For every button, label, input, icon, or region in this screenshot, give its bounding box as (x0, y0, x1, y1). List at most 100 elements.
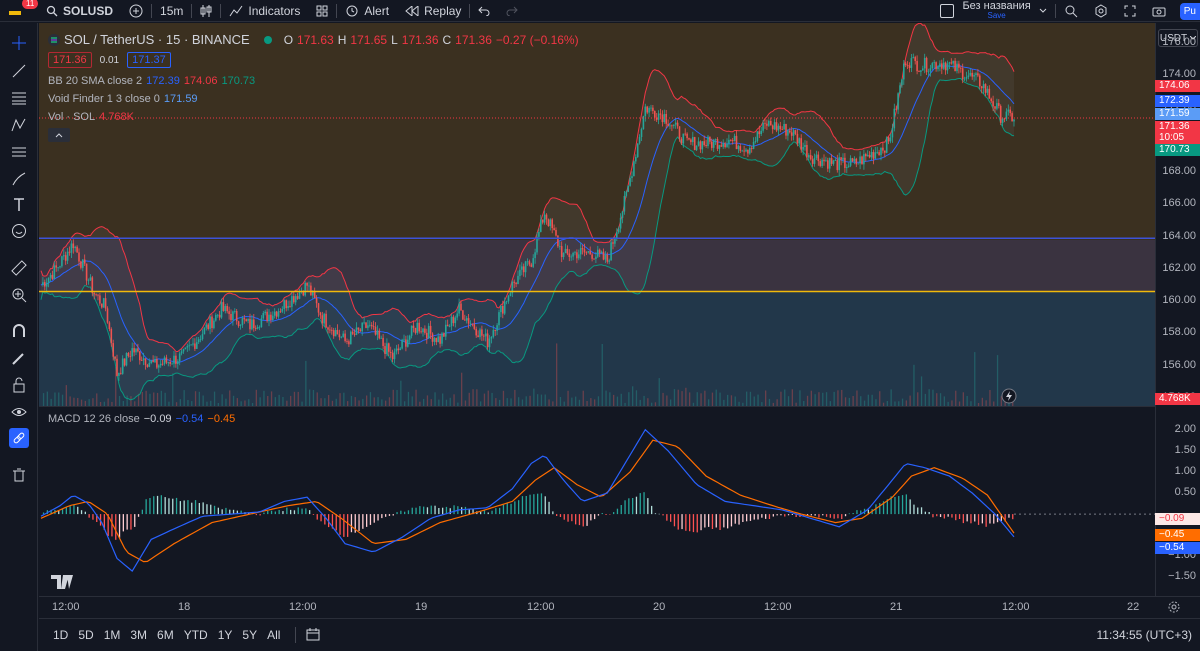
redo-button[interactable] (498, 0, 526, 22)
interval-button[interactable]: 15m (152, 0, 191, 22)
candle-body (405, 339, 407, 347)
macd-histogram-bar (65, 507, 67, 515)
candle-body (186, 346, 189, 348)
macd-histogram-bar (993, 514, 995, 524)
sell-button[interactable]: 171.36 (48, 52, 92, 68)
screenshot-button[interactable] (1144, 0, 1174, 22)
zoom-tool[interactable] (9, 285, 29, 305)
fib-tool[interactable] (9, 88, 29, 108)
emoji-tool[interactable] (9, 221, 29, 241)
bb-legend[interactable]: BB 20 SMA close 2 172.39 174.06 170.73 (48, 75, 255, 87)
trend-line-tool[interactable] (9, 61, 29, 81)
volume-bar (753, 396, 755, 406)
macd-histogram-bar (848, 513, 850, 515)
settings-button[interactable] (1086, 0, 1116, 22)
macd-histogram-bar (77, 506, 79, 515)
volume-legend[interactable]: Vol · SOL 4.768K (48, 111, 134, 123)
symbol-search[interactable]: SOLUSD (38, 0, 121, 22)
candle-body (762, 122, 764, 131)
time-axis[interactable]: 12:00 18 12:00 19 12:00 20 12:00 21 12:00 22 (39, 596, 1200, 618)
macd-histogram-bar (88, 514, 90, 518)
templates-button[interactable] (308, 0, 336, 22)
undo-button[interactable] (470, 0, 498, 22)
lightning-button[interactable] (1001, 388, 1017, 404)
candle-body (399, 348, 401, 351)
range-button-5d[interactable]: 5D (73, 628, 98, 642)
volume-bar (981, 397, 983, 406)
account-menu[interactable]: 11 (0, 0, 39, 22)
magnet-tool[interactable] (9, 321, 29, 341)
range-button-1y[interactable]: 1Y (213, 628, 238, 642)
main-legend: SOL / TetherUS · 15 · BINANCE O 171.63 H1… (48, 32, 579, 47)
volume-bar (996, 355, 999, 406)
candle-body (960, 67, 962, 69)
brush-tool[interactable] (9, 169, 29, 189)
candle-body (878, 152, 880, 156)
candle-body (224, 306, 227, 311)
volume-bar (974, 352, 976, 406)
candle-body (557, 235, 559, 247)
crosshair-tool[interactable] (9, 33, 29, 53)
sol-logo-icon (48, 33, 60, 46)
pattern-tool[interactable] (9, 115, 29, 135)
chart-type-button[interactable] (192, 0, 220, 22)
clock[interactable]: 11:34:55 (UTC+3) (1097, 628, 1193, 642)
buy-button[interactable]: 171.37 (127, 52, 171, 68)
prediction-tool[interactable] (9, 142, 29, 162)
volume-bar (955, 390, 957, 406)
stay-drawing-tool[interactable] (9, 348, 29, 368)
replay-button[interactable]: Replay (397, 0, 469, 22)
text-tool[interactable] (9, 195, 29, 215)
candle-body (847, 165, 850, 167)
volume-bar (457, 402, 459, 406)
macd-histogram-bar (160, 495, 162, 515)
volume-bar (232, 395, 235, 406)
compare-button[interactable] (121, 0, 151, 22)
time-tick-label: 12:00 (1002, 601, 1030, 613)
range-button-all[interactable]: All (262, 628, 285, 642)
range-button-1d[interactable]: 1D (48, 628, 73, 642)
range-button-5y[interactable]: 5Y (237, 628, 262, 642)
candle-body (868, 154, 871, 158)
void-finder-legend[interactable]: Void Finder 1 3 close 0 171.59 (48, 93, 198, 105)
alert-button[interactable]: Alert (337, 0, 397, 22)
volume-bar (179, 399, 181, 406)
range-button-ytd[interactable]: YTD (179, 628, 213, 642)
candle-body (74, 246, 76, 249)
remove-drawings-tool[interactable] (9, 465, 29, 485)
range-button-3m[interactable]: 3M (125, 628, 152, 642)
macd-legend[interactable]: MACD 12 26 close −0.09 −0.54 −0.45 (48, 413, 235, 425)
chart-canvas[interactable] (39, 23, 1155, 596)
time-tick-label: 12:00 (527, 601, 555, 613)
volume-bar (506, 398, 508, 406)
range-buttons: 1D 5D 1M 3M 6M YTD 1Y 5Y All (39, 628, 285, 642)
collapse-legend-button[interactable] (48, 128, 70, 142)
range-button-1m[interactable]: 1M (99, 628, 126, 642)
fullscreen-button[interactable] (1116, 0, 1144, 22)
layout-menu[interactable]: Без названия Save (932, 0, 1054, 22)
candle-body (811, 159, 814, 164)
candle-body (889, 137, 892, 142)
candle-body (796, 133, 799, 144)
candle-body (450, 316, 453, 327)
volume-bar (434, 392, 436, 406)
indicators-button[interactable]: Indicators (221, 0, 308, 22)
candle-body (148, 362, 151, 367)
sync-drawings-tool[interactable] (9, 428, 29, 448)
hide-drawings-tool[interactable] (9, 402, 29, 422)
volume-bar (487, 390, 489, 406)
candle-body (893, 108, 896, 129)
candle-body (70, 243, 73, 253)
lock-drawings-tool[interactable] (9, 375, 29, 395)
date-range-button[interactable] (306, 627, 320, 644)
candle-body (68, 251, 71, 253)
axis-settings-button[interactable] (1167, 600, 1181, 617)
quick-search-button[interactable] (1056, 0, 1086, 22)
layout-name: Без названия (962, 0, 1031, 12)
time-tick-label: 19 (415, 601, 428, 613)
measure-tool[interactable] (9, 258, 29, 278)
symbol-title[interactable]: SOL / TetherUS · 15 · BINANCE (64, 32, 250, 47)
range-button-6m[interactable]: 6M (152, 628, 179, 642)
volume-bar (673, 389, 676, 406)
publish-button[interactable]: Pu (1179, 2, 1200, 20)
